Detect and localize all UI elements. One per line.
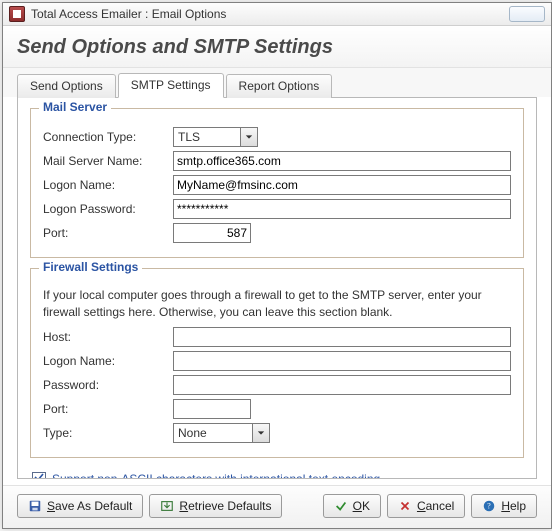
port-input[interactable] — [173, 223, 251, 243]
tab-send-options[interactable]: Send Options — [17, 74, 116, 98]
fw-logon-input[interactable] — [173, 351, 511, 371]
cancel-icon — [398, 499, 412, 513]
firewall-helper-text: If your local computer goes through a fi… — [43, 287, 511, 321]
svg-text:?: ? — [488, 502, 492, 511]
support-nonascii-checkbox[interactable] — [32, 472, 46, 479]
label-logon-name: Logon Name: — [43, 178, 173, 192]
fw-password-input[interactable] — [173, 375, 511, 395]
save-icon — [28, 499, 42, 513]
label-mail-server-name: Mail Server Name: — [43, 154, 173, 168]
tab-panel-smtp: Mail Server Connection Type: TLS Mail Se… — [17, 97, 537, 479]
save-as-default-button[interactable]: Save As Default — [17, 494, 143, 518]
help-button[interactable]: ? Help — [471, 494, 537, 518]
fw-type-value: None — [173, 423, 252, 443]
retrieve-icon — [160, 499, 174, 513]
title-bar: Total Access Emailer : Email Options — [3, 3, 551, 26]
group-firewall: Firewall Settings If your local computer… — [30, 268, 524, 458]
label-fw-port: Port: — [43, 402, 173, 416]
connection-type-select[interactable]: TLS — [173, 127, 258, 147]
tab-smtp-settings[interactable]: SMTP Settings — [118, 73, 224, 98]
fw-type-select[interactable]: None — [173, 423, 270, 443]
logon-name-input[interactable] — [173, 175, 511, 195]
page-title: Send Options and SMTP Settings — [17, 36, 537, 59]
support-nonascii-row[interactable]: Support non-ASCII characters with intern… — [30, 468, 524, 479]
label-fw-password: Password: — [43, 378, 173, 392]
help-icon: ? — [482, 499, 496, 513]
tabs: Send Options SMTP Settings Report Option… — [3, 68, 551, 97]
group-mail-server: Mail Server Connection Type: TLS Mail Se… — [30, 108, 524, 258]
check-icon — [334, 499, 348, 513]
app-icon — [9, 6, 25, 22]
window-close-button[interactable] — [509, 6, 545, 22]
check-icon — [34, 472, 44, 479]
group-mail-server-legend: Mail Server — [39, 100, 111, 114]
mail-server-name-input[interactable] — [173, 151, 511, 171]
label-fw-host: Host: — [43, 330, 173, 344]
support-nonascii-label: Support non-ASCII characters with intern… — [52, 472, 380, 479]
logon-password-input[interactable] — [173, 199, 511, 219]
label-port: Port: — [43, 226, 173, 240]
chevron-down-icon[interactable] — [240, 127, 258, 147]
label-fw-logon: Logon Name: — [43, 354, 173, 368]
fw-host-input[interactable] — [173, 327, 511, 347]
label-logon-password: Logon Password: — [43, 202, 173, 216]
ok-button[interactable]: OK — [323, 494, 381, 518]
connection-type-value: TLS — [173, 127, 240, 147]
page-heading: Send Options and SMTP Settings — [3, 26, 551, 68]
dialog-window: Total Access Emailer : Email Options Sen… — [2, 2, 552, 529]
cancel-button[interactable]: Cancel — [387, 494, 465, 518]
label-connection-type: Connection Type: — [43, 130, 173, 144]
group-firewall-legend: Firewall Settings — [39, 260, 142, 274]
label-fw-type: Type: — [43, 426, 173, 440]
fw-port-input[interactable] — [173, 399, 251, 419]
retrieve-defaults-button[interactable]: Retrieve Defaults — [149, 494, 282, 518]
window-title: Total Access Emailer : Email Options — [31, 7, 509, 21]
button-bar: Save As Default Retrieve Defaults OK Can… — [3, 485, 551, 528]
tab-report-options[interactable]: Report Options — [226, 74, 333, 98]
chevron-down-icon[interactable] — [252, 423, 270, 443]
